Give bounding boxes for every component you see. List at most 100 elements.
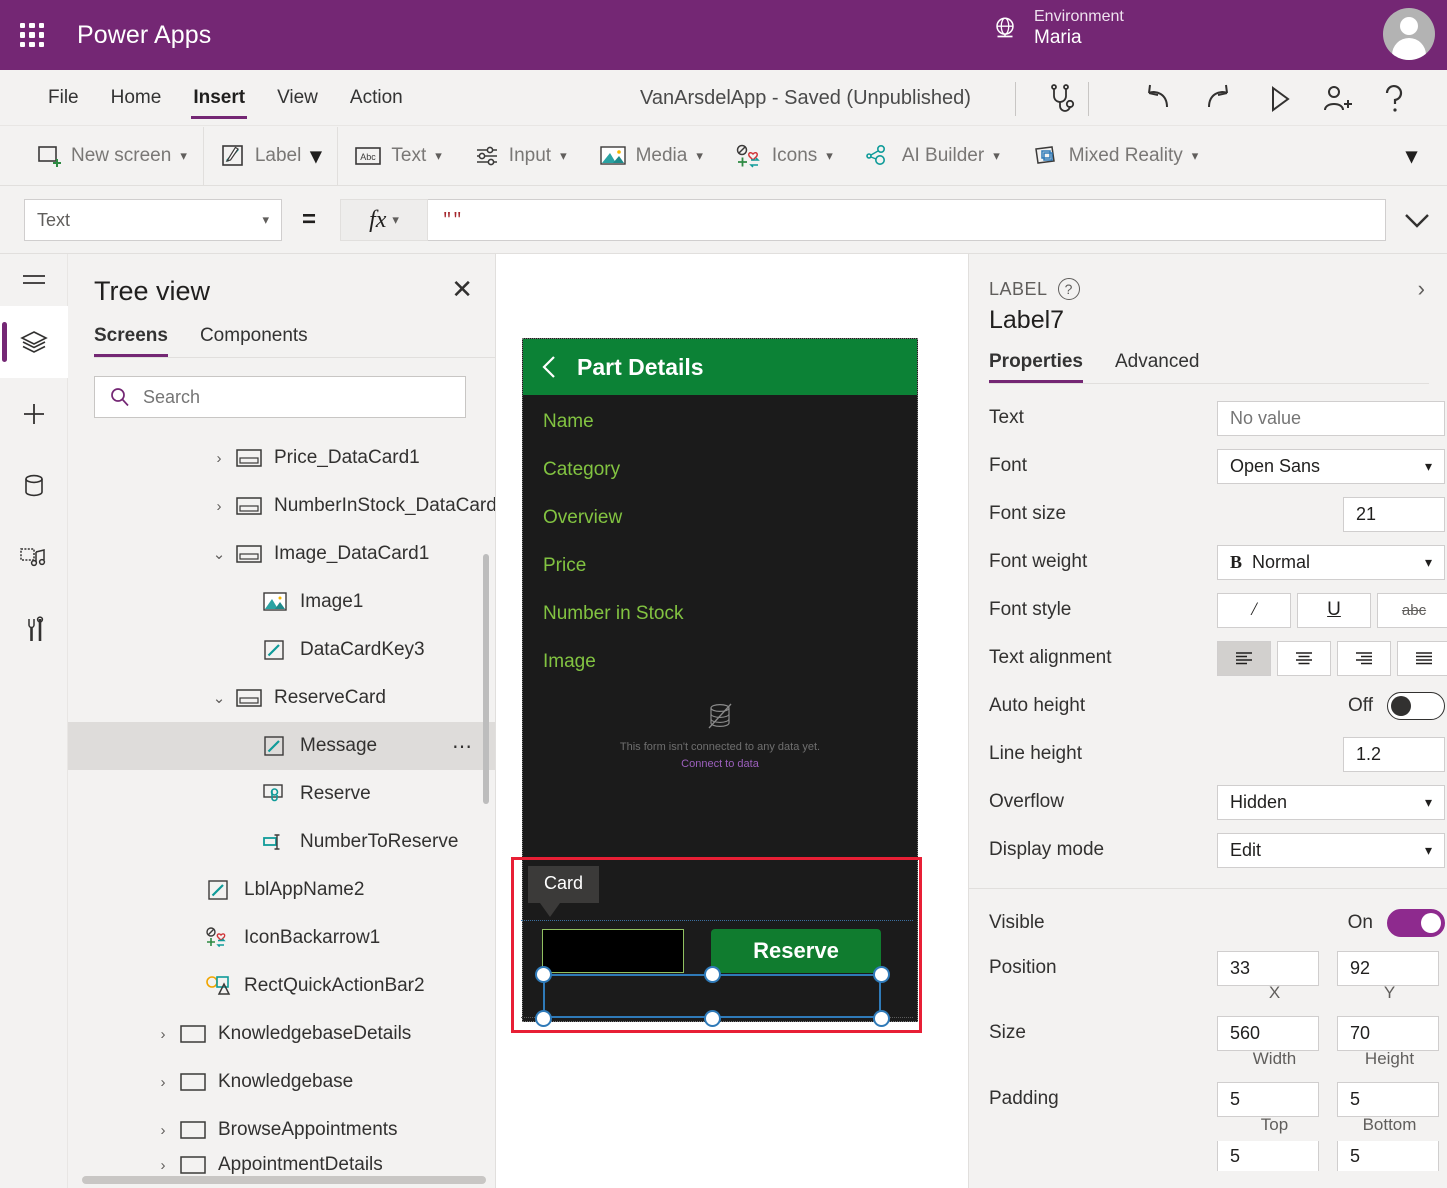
underline-button[interactable]: U bbox=[1297, 593, 1371, 628]
size-width-field[interactable]: 560 bbox=[1217, 1016, 1319, 1051]
padding-left-field[interactable]: 5 bbox=[1217, 1141, 1319, 1171]
tree-node-numberinstock-datacard1[interactable]: › NumberInStock_DataCard1 bbox=[68, 482, 496, 530]
tab-properties[interactable]: Properties bbox=[989, 351, 1095, 383]
tree-node-iconbackarrow1[interactable]: IconBackarrow1 bbox=[68, 914, 496, 962]
formula-expand-button[interactable] bbox=[1400, 206, 1434, 234]
chevron-down-icon[interactable]: ▾ bbox=[560, 148, 567, 164]
chevron-right-icon[interactable]: › bbox=[1418, 276, 1425, 302]
padding-right-field[interactable]: 5 bbox=[1337, 1141, 1439, 1171]
rail-item-insert[interactable] bbox=[0, 378, 68, 450]
ribbon-input[interactable]: Input ▾ bbox=[458, 127, 583, 185]
search-input[interactable] bbox=[143, 387, 433, 408]
rail-item-tree-view[interactable] bbox=[0, 306, 68, 378]
help-icon[interactable] bbox=[1374, 80, 1416, 118]
resize-handle-bc[interactable] bbox=[704, 1010, 721, 1027]
tree-node-browseappointments[interactable]: › BrowseAppointments bbox=[68, 1106, 496, 1154]
app-launcher-icon[interactable] bbox=[15, 18, 49, 52]
align-right-button[interactable] bbox=[1337, 641, 1391, 676]
chevron-down-icon[interactable]: ▾ bbox=[826, 148, 833, 164]
property-selector-dropdown[interactable]: Text ▾ bbox=[24, 199, 282, 241]
rail-item-media[interactable] bbox=[0, 522, 68, 594]
position-x-field[interactable]: 33 bbox=[1217, 951, 1319, 986]
resize-handle-tr[interactable] bbox=[873, 966, 890, 983]
tree-node-lblappname2[interactable]: LblAppName2 bbox=[68, 866, 496, 914]
size-height-field[interactable]: 70 bbox=[1337, 1016, 1439, 1051]
resize-handle-bl[interactable] bbox=[535, 1010, 552, 1027]
chevron-down-icon[interactable]: ▾ bbox=[1192, 148, 1199, 164]
app-checker-icon[interactable] bbox=[1042, 80, 1084, 118]
formula-input[interactable]: "" bbox=[428, 199, 1386, 241]
ribbon-label[interactable]: Label ▾ bbox=[204, 127, 338, 185]
tree-node-knowledgebase[interactable]: › Knowledgebase bbox=[68, 1058, 496, 1106]
tab-advanced[interactable]: Advanced bbox=[1115, 351, 1212, 383]
visible-toggle[interactable] bbox=[1387, 909, 1445, 937]
tab-screens[interactable]: Screens bbox=[94, 325, 182, 357]
tree-vertical-scrollbar[interactable] bbox=[483, 554, 489, 804]
ribbon-overflow-button[interactable]: ▾ bbox=[1390, 127, 1447, 185]
resize-handle-br[interactable] bbox=[873, 1010, 890, 1027]
preview-play-icon[interactable] bbox=[1258, 80, 1300, 118]
message-label-control[interactable] bbox=[542, 929, 684, 973]
menu-item-insert[interactable]: Insert bbox=[177, 71, 261, 125]
chevron-down-icon[interactable]: ▾ bbox=[993, 148, 1000, 164]
reserve-button[interactable]: Reserve bbox=[711, 929, 881, 973]
tree-node-rectquickactionbar2[interactable]: RectQuickActionBar2 bbox=[68, 962, 496, 1010]
display-mode-dropdown[interactable]: Edit ▾ bbox=[1217, 833, 1445, 868]
align-justify-button[interactable] bbox=[1397, 641, 1447, 676]
italic-button[interactable]: / bbox=[1217, 593, 1291, 628]
menu-item-home[interactable]: Home bbox=[95, 71, 178, 125]
align-left-button[interactable] bbox=[1217, 641, 1271, 676]
strikethrough-button[interactable]: abc bbox=[1377, 593, 1447, 628]
tab-components[interactable]: Components bbox=[200, 325, 322, 357]
expand-chevron-icon[interactable]: › bbox=[208, 498, 230, 515]
expand-chevron-icon[interactable]: › bbox=[152, 1122, 174, 1139]
tree-search-box[interactable] bbox=[94, 376, 466, 418]
collapse-chevron-icon[interactable]: ⌄ bbox=[208, 689, 230, 707]
tree-node-image-datacard1[interactable]: ⌄ Image_DataCard1 bbox=[68, 530, 496, 578]
tree-node-message[interactable]: Message ⋯ bbox=[68, 722, 496, 770]
fx-button[interactable]: fx ▾ bbox=[340, 199, 428, 241]
more-options-icon[interactable]: ⋯ bbox=[452, 734, 474, 759]
back-chevron-icon[interactable] bbox=[539, 354, 561, 380]
font-dropdown[interactable]: Open Sans ▾ bbox=[1217, 449, 1445, 484]
tree-node-appointmentdetails[interactable]: › AppointmentDetails bbox=[68, 1154, 496, 1176]
hamburger-menu-icon[interactable] bbox=[0, 254, 68, 306]
tree-node-knowledgebasedetails[interactable]: › KnowledgebaseDetails bbox=[68, 1010, 496, 1058]
chevron-down-icon[interactable]: ▾ bbox=[435, 148, 442, 164]
resize-handle-tl[interactable] bbox=[535, 966, 552, 983]
padding-top-field[interactable]: 5 bbox=[1217, 1082, 1319, 1117]
expand-chevron-icon[interactable]: › bbox=[152, 1026, 174, 1043]
text-field[interactable]: No value bbox=[1217, 401, 1445, 436]
share-user-icon[interactable] bbox=[1316, 80, 1358, 118]
expand-chevron-icon[interactable]: › bbox=[152, 1157, 174, 1174]
chevron-down-icon[interactable]: ▾ bbox=[696, 148, 703, 164]
user-avatar-icon[interactable] bbox=[1383, 8, 1435, 60]
position-y-field[interactable]: 92 bbox=[1337, 951, 1439, 986]
tree-node-numbertoreserve[interactable]: NumberToReserve bbox=[68, 818, 496, 866]
menu-item-action[interactable]: Action bbox=[334, 71, 419, 125]
ribbon-mixed-reality[interactable]: Mixed Reality ▾ bbox=[1016, 127, 1215, 185]
undo-icon[interactable] bbox=[1138, 80, 1180, 118]
ribbon-new-screen[interactable]: New screen ▾ bbox=[20, 127, 203, 185]
tree-node-reserve[interactable]: Reserve bbox=[68, 770, 496, 818]
close-icon[interactable]: ✕ bbox=[451, 276, 473, 302]
auto-height-toggle[interactable] bbox=[1387, 692, 1445, 720]
ribbon-text[interactable]: Abc Text ▾ bbox=[338, 127, 457, 185]
line-height-field[interactable]: 1.2 bbox=[1343, 737, 1445, 772]
redo-icon[interactable] bbox=[1198, 80, 1240, 118]
font-size-field[interactable]: 21 bbox=[1343, 497, 1445, 532]
expand-chevron-icon[interactable]: › bbox=[208, 450, 230, 467]
help-circle-icon[interactable]: ? bbox=[1058, 278, 1080, 300]
tree-node-reservecard[interactable]: ⌄ ReserveCard bbox=[68, 674, 496, 722]
collapse-chevron-icon[interactable]: ⌄ bbox=[208, 545, 230, 563]
tree-node-datacardkey3[interactable]: DataCardKey3 bbox=[68, 626, 496, 674]
ribbon-ai-builder[interactable]: AI Builder ▾ bbox=[849, 127, 1016, 185]
chevron-down-icon-big[interactable]: ▾ bbox=[310, 143, 321, 169]
tree-node-image1[interactable]: Image1 bbox=[68, 578, 496, 626]
ribbon-icons[interactable]: Icons ▾ bbox=[719, 127, 849, 185]
tree-node-price-datacard1[interactable]: › Price_DataCard1 bbox=[68, 434, 496, 482]
padding-bottom-field[interactable]: 5 bbox=[1337, 1082, 1439, 1117]
font-weight-dropdown[interactable]: B Normal ▾ bbox=[1217, 545, 1445, 580]
environment-selector[interactable]: Environment Maria bbox=[990, 8, 1124, 49]
rail-item-data[interactable] bbox=[0, 450, 68, 522]
